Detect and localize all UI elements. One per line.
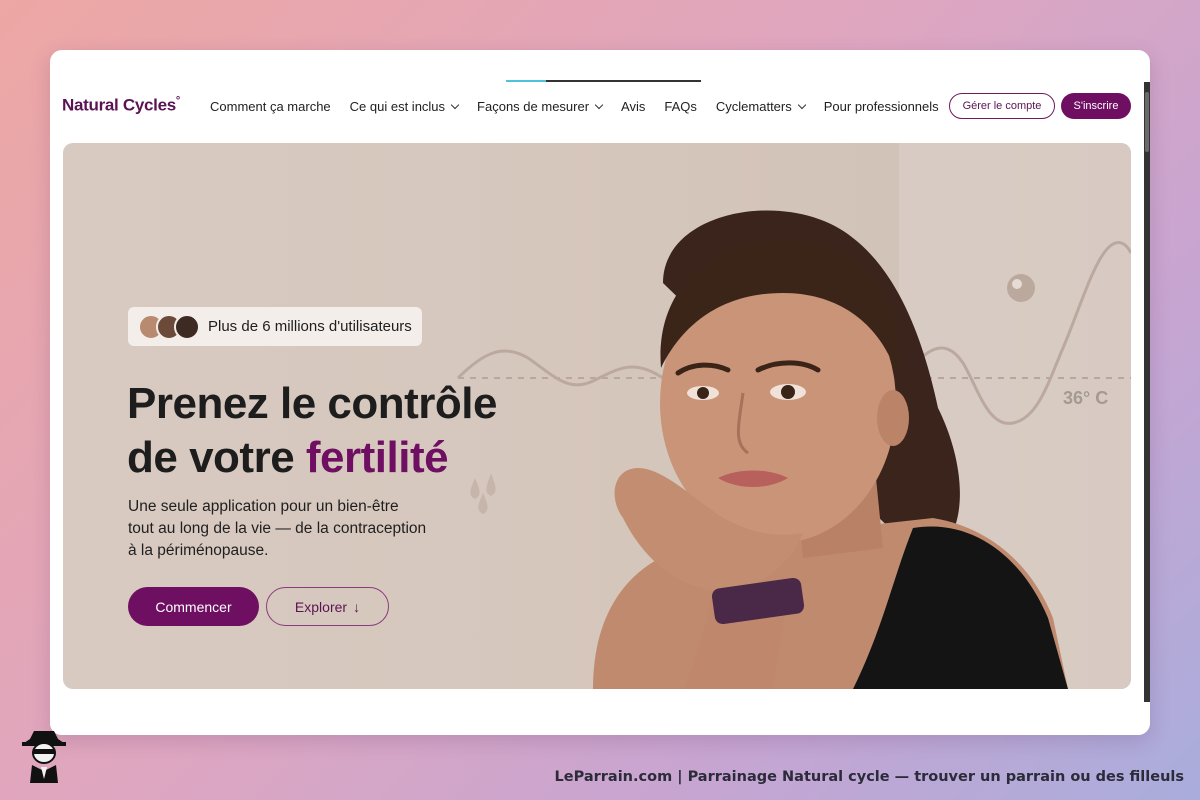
- hero-headline: Prenez le contrôle de votre fertilité: [127, 379, 498, 482]
- page-progress-bar: [506, 80, 701, 82]
- nav-menu: Comment ça marche Ce qui est inclus Faço…: [210, 99, 958, 114]
- nav-item-ways-to-measure[interactable]: Façons de mesurer: [477, 99, 604, 114]
- nav-item-professionals[interactable]: Pour professionnels: [824, 99, 939, 114]
- hero-section: 36° C Plus de 6 millions d'utilisateurs …: [63, 143, 1131, 689]
- hero-woman-image: [593, 210, 1068, 689]
- page-progress-fill: [506, 80, 546, 82]
- nav-item-whats-included[interactable]: Ce qui est inclus: [350, 99, 460, 114]
- social-proof-badge: Plus de 6 millions d'utilisateurs: [128, 307, 422, 346]
- explore-button[interactable]: Explorer ↓: [266, 587, 389, 626]
- chevron-down-icon: [450, 100, 460, 109]
- page-caption: LeParrain.com | Parrainage Natural cycle…: [554, 769, 1184, 785]
- headline-accent: fertilité: [305, 433, 449, 482]
- spy-mascot-icon: [22, 731, 66, 783]
- brand-logo[interactable]: Natural Cycles°: [62, 95, 180, 116]
- start-button[interactable]: Commencer: [128, 587, 259, 626]
- nav-item-cyclematters[interactable]: Cyclematters: [716, 99, 806, 114]
- avatar: [174, 313, 200, 340]
- page-below-hero: [50, 702, 1150, 735]
- chevron-down-icon: [797, 100, 806, 109]
- signup-button[interactable]: S'inscrire: [1061, 93, 1131, 119]
- nav-item-faqs[interactable]: FAQs: [664, 99, 697, 114]
- scrollbar-thumb[interactable]: [1145, 92, 1149, 152]
- chevron-down-icon: [594, 100, 604, 109]
- nav-item-reviews[interactable]: Avis: [621, 99, 645, 114]
- arrow-down-icon: ↓: [353, 598, 361, 615]
- browser-window: Natural Cycles° Comment ça marche Ce qui…: [50, 50, 1150, 735]
- nav-item-how-it-works[interactable]: Comment ça marche: [210, 99, 331, 114]
- top-navigation: Natural Cycles° Comment ça marche Ce qui…: [50, 86, 1144, 126]
- scrollbar[interactable]: [1144, 82, 1150, 702]
- manage-account-button[interactable]: Gérer le compte: [949, 93, 1055, 119]
- social-proof-text: Plus de 6 millions d'utilisateurs: [208, 318, 412, 335]
- user-avatars: [138, 313, 200, 340]
- hero-subtitle: Une seule application pour un bien-être …: [128, 498, 427, 559]
